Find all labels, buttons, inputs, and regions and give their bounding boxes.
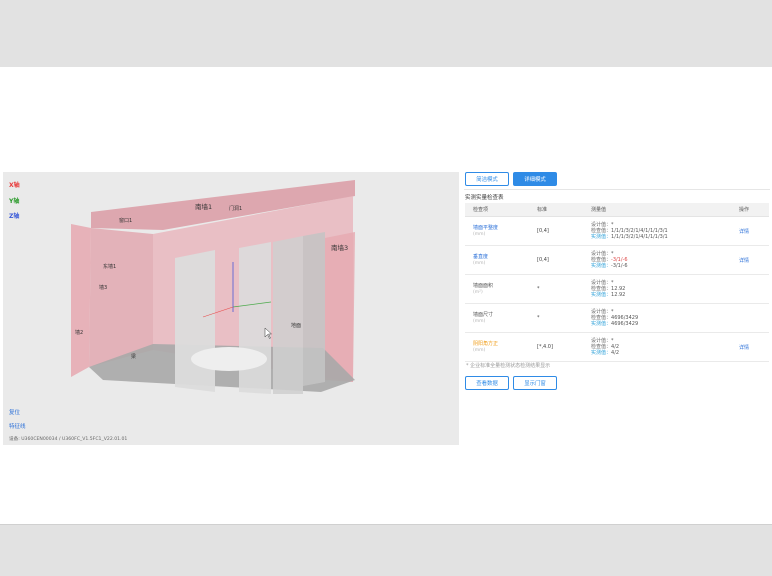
measure-line: 实测值：-3/1/-6 <box>591 263 731 269</box>
wall-label: 地面 <box>291 322 301 329</box>
measure-line: 实测值：12.92 <box>591 292 731 298</box>
inspection-table: 检查项 标准 测量值 操作 墙面平整度 (mm) [0,4] 设计值：* 检查值：1/1… <box>465 203 769 362</box>
wall-label: 南墙3 <box>331 243 348 252</box>
measure-value: -3/1/-6 <box>611 263 628 269</box>
feature-line-link[interactable]: 特征线 <box>9 422 26 430</box>
detail-link[interactable]: 详情 <box>739 229 749 235</box>
cell-measurements: 设计值：* 检查值：1/1/1/3/2/1/4/1/1/1/3/1 实测值：1/1/… <box>583 216 731 246</box>
door-opening-3 <box>303 232 325 386</box>
measure-key: 实测值： <box>591 350 612 356</box>
cell-standard: * <box>529 303 583 333</box>
3d-viewer[interactable]: 南墙1 南墙3 门洞1 窗口1 东墙1 墙2 地面 墙3 梁 X轴 Y轴 Z轴 … <box>3 172 459 445</box>
wall-label: 南墙1 <box>195 202 212 211</box>
room-model[interactable]: 南墙1 南墙3 门洞1 窗口1 东墙1 墙2 地面 墙3 梁 <box>3 172 459 445</box>
window-opening <box>175 250 215 392</box>
cell-action: 详情 <box>731 216 769 246</box>
cell-item: 阴阳角方正 (mm) <box>465 332 529 362</box>
table-row: 墙面尺寸 (mm) * 设计值：* 检查值：4696/3429 实测值：4696/3429 <box>465 303 769 333</box>
item-unit: (mm) <box>473 231 486 237</box>
footer-divider <box>0 524 772 525</box>
measure-value: 12.92 <box>611 292 626 298</box>
inspection-panel: 简洁模式 详细模式 实测实量检查表 检查项 标准 测量值 操作 墙面平整度 (mm… <box>464 172 770 432</box>
measure-key: 实测值： <box>591 263 612 269</box>
wall-label: 东墙1 <box>103 263 116 270</box>
table-row: 墙面面积 (m²) * 设计值：* 检查值：12.92 实测值：12.92 <box>465 274 769 304</box>
standard-footnote: * 企业标准全量检测状态检测结果显示 <box>466 363 551 369</box>
item-name: 阴阳角方正 <box>473 340 499 347</box>
reset-view-link[interactable]: 复位 <box>9 408 20 416</box>
item-name: 墙面面积 <box>473 282 494 289</box>
cell-standard: [0,4] <box>529 245 583 275</box>
cell-measurements: 设计值：* 检查值：12.92 实测值：12.92 <box>583 274 731 304</box>
measure-line: 实测值：4/2 <box>591 350 731 356</box>
cell-measurements: 设计值：* 检查值：4696/3429 实测值：4696/3429 <box>583 303 731 333</box>
detail-link[interactable]: 详情 <box>739 345 749 351</box>
column-header: 检查项 <box>465 203 529 217</box>
table-header-row: 检查项 标准 测量值 操作 <box>465 203 769 217</box>
table-row: 墙面平整度 (mm) [0,4] 设计值：* 检查值：1/1/1/3/2/1/4/1/1… <box>465 216 769 246</box>
measure-line: 实测值：1/1/1/3/2/1/4/1/1/1/3/1 <box>591 234 731 240</box>
measure-key: 实测值： <box>591 234 612 240</box>
floor-patch <box>191 347 267 371</box>
table-title: 实测实量检查表 <box>465 195 504 201</box>
wall-label: 门洞1 <box>229 205 242 212</box>
measure-line: 实测值：4696/3429 <box>591 321 731 327</box>
cell-standard: [*,4.0] <box>529 332 583 362</box>
measure-value: 4696/3429 <box>611 321 639 327</box>
device-info: 设备: U360CEN00034 / U360FC_V1.5FC1_V22.01… <box>9 437 128 442</box>
axis-y-label: Y轴 <box>9 198 20 205</box>
simple-mode-button[interactable]: 简洁模式 <box>465 172 509 186</box>
wall-label: 墙2 <box>75 329 83 336</box>
cell-item: 墙面面积 (m²) <box>465 274 529 304</box>
cell-item: 墙面平整度 (mm) <box>465 216 529 246</box>
left-wall-inner <box>89 228 153 367</box>
cell-action <box>731 274 769 304</box>
measure-value: 4/2 <box>611 350 620 356</box>
item-unit: (mm) <box>473 318 486 324</box>
left-wall <box>71 224 91 377</box>
wall-label: 窗口1 <box>119 217 132 224</box>
axis-x-label: X轴 <box>9 182 20 189</box>
cell-item: 垂直度 (mm) <box>465 245 529 275</box>
cell-item: 墙面尺寸 (mm) <box>465 303 529 333</box>
measure-key: 实测值： <box>591 321 612 327</box>
show-door-button[interactable]: 显示门窗 <box>513 376 557 390</box>
item-unit: (mm) <box>473 347 486 353</box>
column-header: 操作 <box>731 203 769 217</box>
axis-z-label: Z轴 <box>9 213 20 220</box>
cell-action: 详情 <box>731 332 769 362</box>
cell-action: 详情 <box>731 245 769 275</box>
divider <box>464 189 770 190</box>
door-opening-1 <box>239 242 271 394</box>
view-data-button[interactable]: 查看数据 <box>465 376 509 390</box>
wall-label: 墙3 <box>99 284 107 291</box>
item-name: 墙面平整度 <box>473 224 499 231</box>
footer-bar <box>0 524 772 576</box>
cell-standard: * <box>529 274 583 304</box>
wall-label: 梁 <box>131 353 136 360</box>
column-header: 测量值 <box>583 203 731 217</box>
cell-measurements: 设计值：* 检查值：4/2 实测值：4/2 <box>583 332 731 362</box>
cell-standard: [0,4] <box>529 216 583 246</box>
item-name: 墙面尺寸 <box>473 311 494 318</box>
cell-action <box>731 303 769 333</box>
header-bar <box>0 0 772 67</box>
detail-mode-button[interactable]: 详细模式 <box>513 172 557 186</box>
measure-value: 1/1/1/3/2/1/4/1/1/1/3/1 <box>611 234 668 240</box>
cell-measurements: 设计值：* 检查值：-3/1/-6 实测值：-3/1/-6 <box>583 245 731 275</box>
table-row: 阴阳角方正 (mm) [*,4.0] 设计值：* 检查值：4/2 实测值：4/2 详情 <box>465 332 769 362</box>
measure-key: 实测值： <box>591 292 612 298</box>
item-unit: (m²) <box>473 289 483 295</box>
door-opening-2 <box>273 236 303 394</box>
column-header: 标准 <box>529 203 583 217</box>
detail-link[interactable]: 详情 <box>739 258 749 264</box>
item-unit: (mm) <box>473 260 486 266</box>
item-name: 垂直度 <box>473 253 489 260</box>
table-row: 垂直度 (mm) [0,4] 设计值：* 检查值：-3/1/-6 实测值：-3/1/-6 详… <box>465 245 769 275</box>
